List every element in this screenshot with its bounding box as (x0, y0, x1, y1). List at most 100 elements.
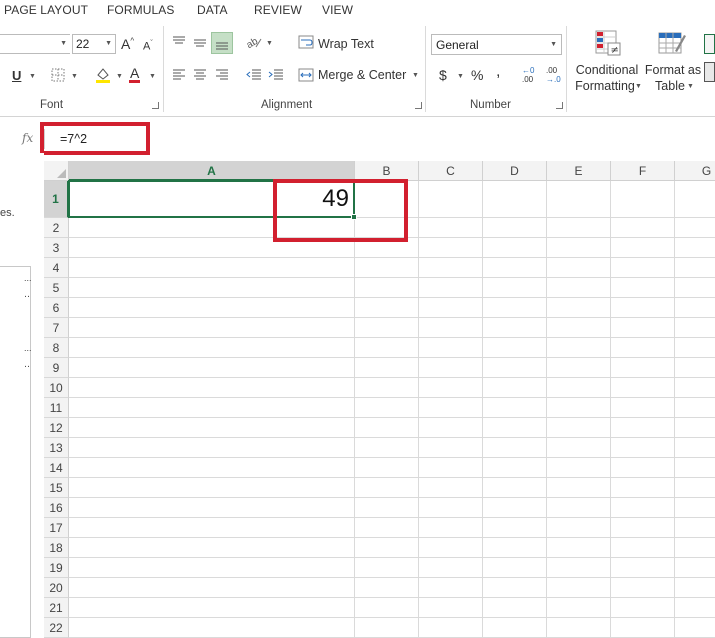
cell-d12[interactable] (483, 418, 547, 438)
cell-g3[interactable] (675, 238, 715, 258)
borders-icon[interactable] (51, 68, 65, 84)
tab-formulas[interactable]: FORMULAS (107, 3, 174, 17)
cell-f7[interactable] (611, 318, 675, 338)
align-right-icon[interactable] (215, 69, 229, 83)
cell-g1[interactable] (675, 181, 715, 218)
cell-b16[interactable] (355, 498, 419, 518)
cell-c2[interactable] (419, 218, 483, 238)
cell-g2[interactable] (675, 218, 715, 238)
column-header-e[interactable]: E (547, 161, 611, 181)
cell-e1[interactable] (547, 181, 611, 218)
cell-d22[interactable] (483, 618, 547, 638)
cell-f12[interactable] (611, 418, 675, 438)
cell-d4[interactable] (483, 258, 547, 278)
cell-a16[interactable] (69, 498, 355, 518)
row-header-18[interactable]: 18 (44, 538, 69, 558)
cell-c4[interactable] (419, 258, 483, 278)
cell-d8[interactable] (483, 338, 547, 358)
cell-c15[interactable] (419, 478, 483, 498)
row-header-6[interactable]: 6 (44, 298, 69, 318)
row-header-17[interactable]: 17 (44, 518, 69, 538)
cell-b17[interactable] (355, 518, 419, 538)
cell-g18[interactable] (675, 538, 715, 558)
column-header-g[interactable]: G (675, 161, 715, 181)
cell-b8[interactable] (355, 338, 419, 358)
cell-a19[interactable] (69, 558, 355, 578)
cell-f4[interactable] (611, 258, 675, 278)
cell-g8[interactable] (675, 338, 715, 358)
row-header-9[interactable]: 9 (44, 358, 69, 378)
comma-style-button[interactable]: , (496, 64, 500, 80)
cell-d15[interactable] (483, 478, 547, 498)
cell-e10[interactable] (547, 378, 611, 398)
cell-e15[interactable] (547, 478, 611, 498)
cell-g16[interactable] (675, 498, 715, 518)
cell-g15[interactable] (675, 478, 715, 498)
row-header-20[interactable]: 20 (44, 578, 69, 598)
cell-a10[interactable] (69, 378, 355, 398)
cell-b13[interactable] (355, 438, 419, 458)
cell-g17[interactable] (675, 518, 715, 538)
cell-f16[interactable] (611, 498, 675, 518)
cell-g7[interactable] (675, 318, 715, 338)
cell-g11[interactable] (675, 398, 715, 418)
chevron-down-icon[interactable]: ▼ (149, 73, 156, 80)
cell-d6[interactable] (483, 298, 547, 318)
cell-c19[interactable] (419, 558, 483, 578)
grow-font-button[interactable]: A^ (121, 37, 134, 51)
wrap-text-button[interactable]: Wrap Text (318, 37, 374, 51)
currency-button[interactable]: $ (439, 68, 447, 82)
cell-c18[interactable] (419, 538, 483, 558)
format-as-table-button[interactable]: Format as Table ▼ (643, 28, 703, 98)
chevron-down-icon[interactable]: ▼ (71, 73, 78, 80)
row-header-8[interactable]: 8 (44, 338, 69, 358)
cell-f19[interactable] (611, 558, 675, 578)
decrease-decimal-button[interactable]: .00 →.0 (546, 66, 561, 84)
chevron-down-icon[interactable]: ▼ (266, 40, 273, 47)
row-header-21[interactable]: 21 (44, 598, 69, 618)
decrease-indent-icon[interactable] (246, 69, 262, 83)
cell-c16[interactable] (419, 498, 483, 518)
cell-a21[interactable] (69, 598, 355, 618)
cell-b21[interactable] (355, 598, 419, 618)
cell-g12[interactable] (675, 418, 715, 438)
chevron-down-icon[interactable]: ▼ (412, 72, 419, 79)
cell-a4[interactable] (69, 258, 355, 278)
cell-e18[interactable] (547, 538, 611, 558)
cell-d5[interactable] (483, 278, 547, 298)
chevron-down-icon[interactable]: ▼ (116, 73, 123, 80)
cell-g22[interactable] (675, 618, 715, 638)
cell-d9[interactable] (483, 358, 547, 378)
cell-c22[interactable] (419, 618, 483, 638)
number-dialog-launcher[interactable] (556, 102, 563, 109)
cell-b14[interactable] (355, 458, 419, 478)
row-header-15[interactable]: 15 (44, 478, 69, 498)
column-header-f[interactable]: F (611, 161, 675, 181)
cell-e21[interactable] (547, 598, 611, 618)
cell-c10[interactable] (419, 378, 483, 398)
cell-c13[interactable] (419, 438, 483, 458)
row-header-14[interactable]: 14 (44, 458, 69, 478)
cell-a13[interactable] (69, 438, 355, 458)
cell-d14[interactable] (483, 458, 547, 478)
cell-g6[interactable] (675, 298, 715, 318)
cell-f20[interactable] (611, 578, 675, 598)
cell-f1[interactable] (611, 181, 675, 218)
underline-button[interactable]: U (12, 69, 21, 82)
cell-g10[interactable] (675, 378, 715, 398)
paint-bucket-icon[interactable] (94, 66, 112, 86)
cell-f5[interactable] (611, 278, 675, 298)
cell-c3[interactable] (419, 238, 483, 258)
cell-a5[interactable] (69, 278, 355, 298)
chevron-down-icon[interactable]: ▼ (29, 73, 36, 80)
cell-e12[interactable] (547, 418, 611, 438)
cell-d16[interactable] (483, 498, 547, 518)
align-left-icon[interactable] (172, 69, 186, 83)
cell-e14[interactable] (547, 458, 611, 478)
font-dialog-launcher[interactable] (152, 102, 159, 109)
cell-e16[interactable] (547, 498, 611, 518)
cell-a7[interactable] (69, 318, 355, 338)
row-header-10[interactable]: 10 (44, 378, 69, 398)
tab-review[interactable]: REVIEW (254, 3, 302, 17)
cell-d17[interactable] (483, 518, 547, 538)
